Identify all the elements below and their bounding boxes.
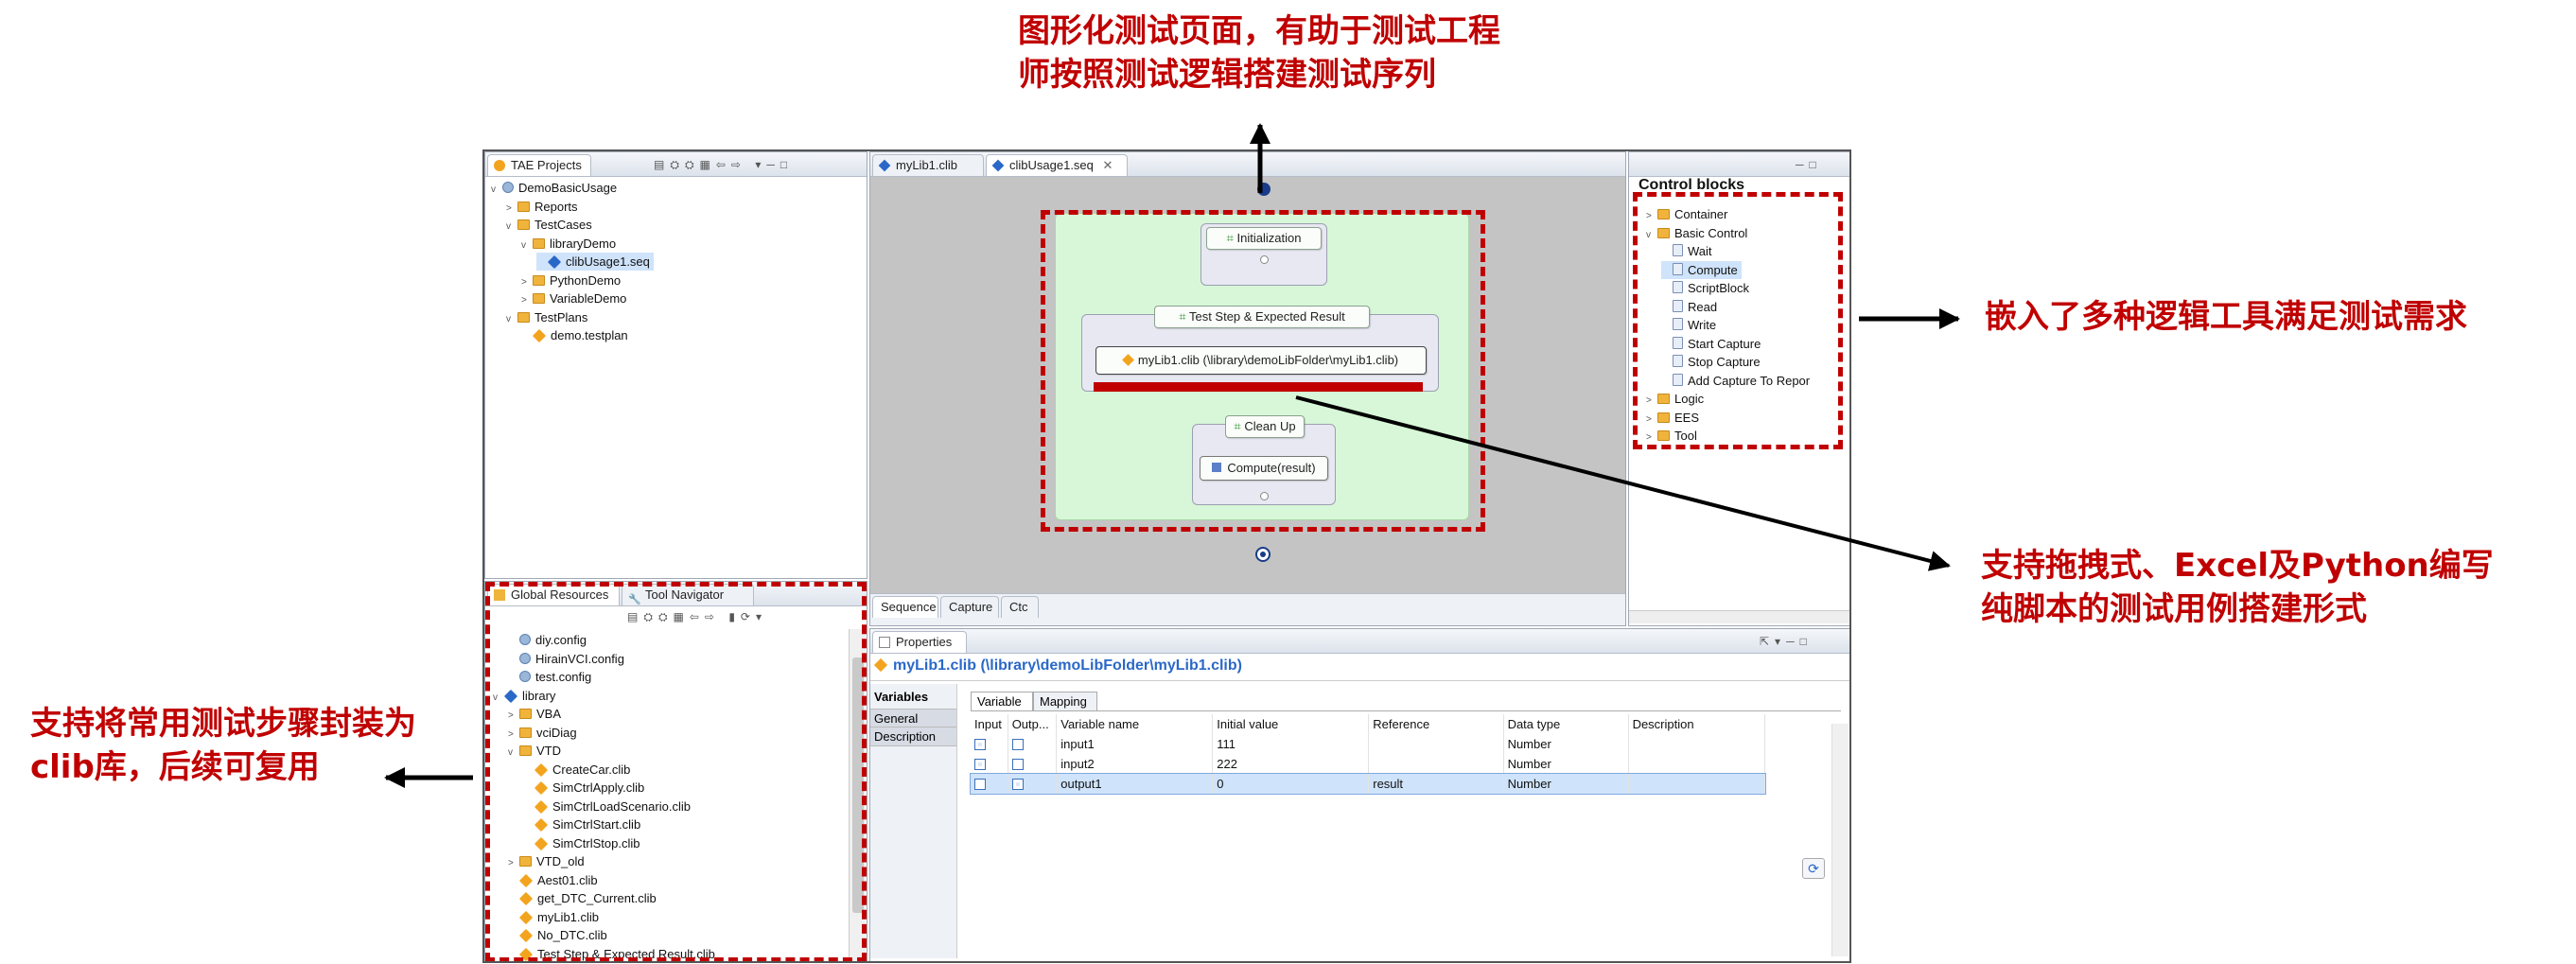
annotation-arrows xyxy=(384,123,1960,788)
arrow-to-right-bottom-annotation xyxy=(1295,395,1951,571)
